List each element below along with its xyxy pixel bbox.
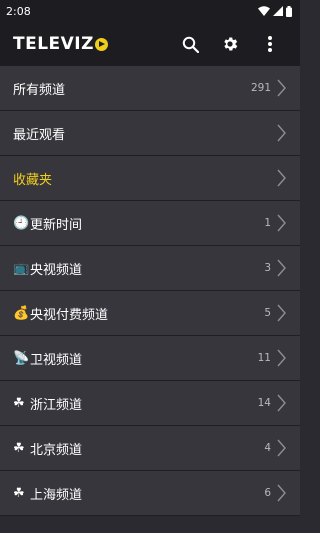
chevron-right-icon <box>277 348 291 368</box>
group-icon: 💰 <box>13 305 30 321</box>
status-bar: 2:08 <box>0 0 300 22</box>
group-label: 更新时间 <box>30 217 83 233</box>
gear-icon <box>224 37 238 51</box>
chevron-right-icon <box>277 438 291 458</box>
group-label: 所有频道 <box>13 82 66 98</box>
signal-icon <box>273 6 283 16</box>
channel-group-row[interactable]: 💰 央视付费频道 5 <box>0 291 300 336</box>
group-count: 14 <box>257 397 271 409</box>
channel-group-row[interactable]: 所有频道 291 <box>0 66 300 111</box>
channel-group-row[interactable]: 🕘 更新时间 1 <box>0 201 300 246</box>
group-icon: 🕘 <box>13 215 30 231</box>
channel-group-row[interactable]: 最近观看 <box>0 111 300 156</box>
search-icon <box>182 36 199 53</box>
channel-group-row[interactable]: ☘ 浙江频道 14 <box>0 381 300 426</box>
app-bar: TELEVIZ <box>0 22 300 66</box>
group-icon: ☘ <box>13 395 25 411</box>
chevron-right-icon <box>277 393 291 413</box>
settings-button[interactable] <box>210 22 250 66</box>
group-label: 浙江频道 <box>30 397 83 413</box>
channel-group-row[interactable]: ☘ 上海频道 6 <box>0 471 300 516</box>
chevron-right-icon <box>277 258 291 278</box>
channel-group-row[interactable]: 📺 央视频道 3 <box>0 246 300 291</box>
televizo-logo: TELEVIZ <box>13 34 108 54</box>
channel-group-row[interactable]: ☘ 北京频道 4 <box>0 426 300 471</box>
overflow-menu-button[interactable] <box>250 22 290 66</box>
group-count: 5 <box>264 307 271 319</box>
chevron-right-icon <box>277 483 291 503</box>
group-label: 上海频道 <box>30 487 83 503</box>
more-vertical-icon <box>268 36 272 52</box>
group-label: 央视付费频道 <box>30 307 109 323</box>
battery-icon <box>286 5 292 17</box>
group-count: 3 <box>264 262 271 274</box>
status-icons <box>258 5 292 17</box>
search-button[interactable] <box>170 22 210 66</box>
chevron-right-icon <box>277 213 291 233</box>
channel-group-list: 所有频道 291 最近观看 收藏夹 🕘 更新时间 1 📺 央视频道 3 💰 央视… <box>0 66 300 516</box>
chevron-right-icon <box>277 168 291 188</box>
group-label: 卫视频道 <box>30 352 83 368</box>
group-count: 6 <box>264 487 271 499</box>
group-icon: ☘ <box>13 440 25 456</box>
app-actions <box>170 22 290 66</box>
group-label: 收藏夹 <box>13 172 53 188</box>
chevron-right-icon <box>277 123 291 143</box>
group-count: 11 <box>257 352 271 364</box>
chevron-right-icon <box>277 303 291 323</box>
group-count: 291 <box>250 82 271 94</box>
group-icon: ☘ <box>13 485 25 501</box>
channel-group-row[interactable]: 收藏夹 <box>0 156 300 201</box>
wifi-icon <box>258 6 270 16</box>
group-icon: 📺 <box>13 260 30 276</box>
group-icon: 📡 <box>13 350 30 366</box>
logo-play-icon <box>94 37 108 51</box>
group-count: 1 <box>264 217 271 229</box>
group-label: 北京频道 <box>30 442 83 458</box>
status-time: 2:08 <box>6 4 31 18</box>
channel-group-row[interactable]: 📡 卫视频道 11 <box>0 336 300 381</box>
group-label: 最近观看 <box>13 127 66 143</box>
logo-text: TELEVIZ <box>13 34 94 54</box>
group-label: 央视频道 <box>30 262 83 278</box>
chevron-right-icon <box>277 78 291 98</box>
group-count: 4 <box>264 442 271 454</box>
